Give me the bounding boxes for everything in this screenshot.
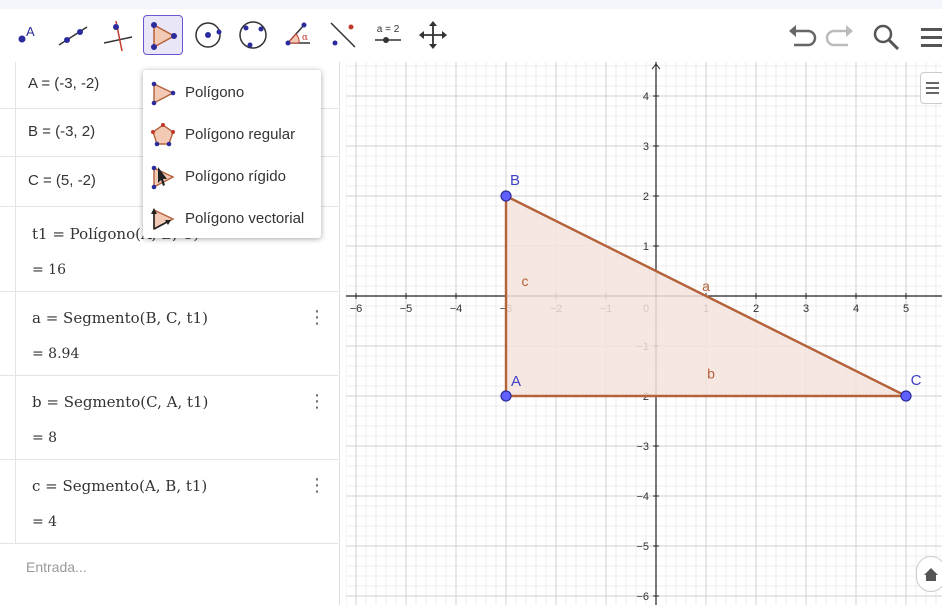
more-options-icon[interactable]: ⋮ [308,306,326,328]
row-marker [0,292,16,375]
y-tick-label: 1 [643,241,649,253]
algebra-row-c[interactable]: c = Segmento(A, B, t1) = 4 ⋮ [0,460,338,544]
row-marker [0,157,16,206]
row-marker [0,207,16,291]
menu-item-rigid-polygon[interactable]: Polígono rígido [143,157,321,197]
definition[interactable]: A = (-3, -2) [28,75,99,92]
reflect-tool[interactable] [323,15,363,55]
point-A[interactable] [500,390,512,402]
definition[interactable]: B = (-3, 2) [28,123,95,140]
more-options-icon[interactable]: ⋮ [308,390,326,412]
y-tick-label: 2 [643,191,649,203]
circle-through-points-tool[interactable] [233,15,273,55]
x-tick-label: 3 [803,303,809,315]
graphics-style-bar-toggle[interactable] [920,72,942,104]
point-label-A: A [511,373,521,390]
x-tick-label: −4 [450,303,463,315]
definition[interactable]: C = (5, -2) [28,172,96,189]
menu-item-label: Polígono rígido [185,168,286,185]
polygon-icon [151,81,176,106]
x-tick-label: 2 [753,303,759,315]
slider-tool[interactable]: a = 2 [368,15,408,55]
point-tool[interactable]: A [6,15,46,55]
row-marker [0,460,16,543]
undo-icon[interactable] [784,21,820,53]
value: = 8 [32,430,58,446]
menu-item-polygon[interactable]: Polígono [143,73,321,113]
graphics-view[interactable]: −6−5−4−3−2−10123454321−1−2−3−4−5−6abcABC [346,62,942,605]
polygon-tool[interactable] [143,15,183,55]
point-label-B: B [510,172,520,189]
definition[interactable]: b = Segmento(C, A, t1) [32,393,208,411]
menu-item-label: Polígono regular [185,126,296,143]
angle-tool[interactable]: α [278,15,318,55]
graphics-canvas[interactable]: −6−5−4−3−2−10123454321−1−2−3−4−5−6abcABC [346,62,942,605]
y-tick-label: −3 [636,441,649,453]
point-B[interactable] [500,190,512,202]
window-top-strip [0,0,942,9]
algebra-row-b[interactable]: b = Segmento(C, A, t1) = 8 ⋮ [0,376,338,460]
value: = 16 [32,262,66,278]
point-tool-label: A [26,24,35,39]
x-tick-label: 4 [853,303,859,315]
row-marker [0,109,16,156]
x-tick-label: 5 [903,303,909,315]
y-tick-label: −4 [636,491,649,503]
y-tick-label: −6 [636,591,649,603]
polygon-tool-menu: Polígono Polígono regular Polígono rígid… [143,70,321,238]
toolbar: A α a = 2 [0,9,942,62]
menu-item-label: Polígono vectorial [185,210,305,227]
y-tick-label: 4 [643,91,649,103]
regular-polygon-icon [151,123,175,147]
line-tool[interactable] [53,15,93,55]
definition[interactable]: c = Segmento(A, B, t1) [32,477,207,495]
segment-label-c: c [522,273,529,289]
algebra-row-a[interactable]: a = Segmento(B, C, t1) = 8.94 ⋮ [0,292,338,376]
point-label-C: C [911,372,922,389]
home-icon[interactable] [916,556,942,592]
algebra-input[interactable]: Entrada... [0,544,338,594]
rigid-polygon-icon [151,165,175,190]
vector-polygon-icon [151,208,175,231]
perpendicular-tool[interactable] [98,15,138,55]
angle-tool-label: α [302,33,308,43]
y-tick-label: −5 [636,541,649,553]
value: = 4 [32,514,58,530]
more-options-icon[interactable]: ⋮ [308,474,326,496]
slider-tool-label: a = 2 [377,24,400,35]
menu-item-vector-polygon[interactable]: Polígono vectorial [143,199,321,239]
menu-item-regular-polygon[interactable]: Polígono regular [143,115,321,155]
point-C[interactable] [900,390,912,402]
row-marker [0,376,16,459]
search-icon[interactable] [868,21,904,53]
value: = 8.94 [32,346,80,362]
circle-tool[interactable] [188,15,228,55]
definition[interactable]: a = Segmento(B, C, t1) [32,309,208,327]
x-tick-label: −6 [350,303,363,315]
segment-label-b: b [707,366,715,382]
y-tick-label: 3 [643,141,649,153]
move-graphics-tool[interactable] [413,15,453,55]
menu-icon[interactable] [912,21,942,53]
row-marker [0,62,16,108]
segment-label-a: a [702,278,710,294]
redo-icon[interactable] [822,21,858,53]
menu-item-label: Polígono [185,84,245,101]
x-tick-label: −5 [400,303,413,315]
input-placeholder[interactable]: Entrada... [26,559,87,575]
